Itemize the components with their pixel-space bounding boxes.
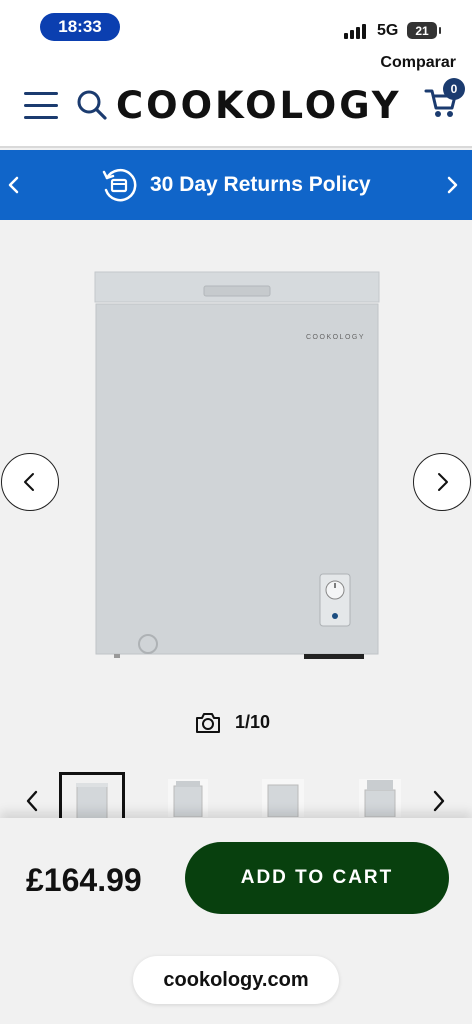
promo-next-icon[interactable] <box>442 172 462 198</box>
product-gallery: COOKOLOGY 1/10 <box>0 220 472 821</box>
chevron-right-icon <box>438 473 448 491</box>
thumbnail-3[interactable] <box>252 772 318 820</box>
thumbs-next-icon[interactable] <box>429 788 449 814</box>
thumbnail-strip <box>0 770 472 821</box>
thumbnail-4[interactable] <box>349 772 415 820</box>
compare-link[interactable]: Comparar <box>374 54 462 72</box>
status-bar: 18:33 5G 21 <box>0 0 472 56</box>
gallery-next-button[interactable] <box>413 453 471 511</box>
battery-icon: 21 <box>407 22 441 39</box>
appliance-brand-label: COOKOLOGY <box>306 334 365 341</box>
product-price: £164.99 <box>26 862 142 898</box>
signal-icon <box>344 24 366 39</box>
network-type: 5G <box>377 22 399 39</box>
site-logo[interactable]: COOKOLOGY <box>116 84 402 127</box>
sticky-buy-bar: £164.99 ADD TO CART cookology.com <box>0 818 472 1024</box>
returns-icon <box>102 168 137 202</box>
thumbs-prev-icon[interactable] <box>22 788 42 814</box>
promo-banner[interactable]: 30 Day Returns Policy <box>0 150 472 220</box>
thumbnail-1[interactable] <box>59 772 125 821</box>
promo-prev-icon[interactable] <box>4 172 24 198</box>
image-counter: 1/10 <box>235 712 271 732</box>
battery-level: 21 <box>415 23 429 38</box>
browser-address-bar[interactable]: cookology.com <box>133 956 339 1004</box>
cart-count-badge: 0 <box>443 78 465 100</box>
promo-text: 30 Day Returns Policy <box>150 173 371 196</box>
hamburger-menu-icon[interactable] <box>24 92 58 120</box>
search-icon[interactable] <box>76 89 108 121</box>
thumbnail-2[interactable] <box>156 772 222 820</box>
add-to-cart-button[interactable]: ADD TO CART <box>185 842 449 914</box>
site-header: Comparar COOKOLOGY 0 <box>0 54 472 148</box>
chevron-left-icon <box>24 473 34 491</box>
status-time: 18:33 <box>40 13 120 41</box>
chest-freezer-image[interactable]: COOKOLOGY <box>92 270 382 662</box>
gallery-prev-button[interactable] <box>1 453 59 511</box>
camera-icon <box>196 713 220 733</box>
